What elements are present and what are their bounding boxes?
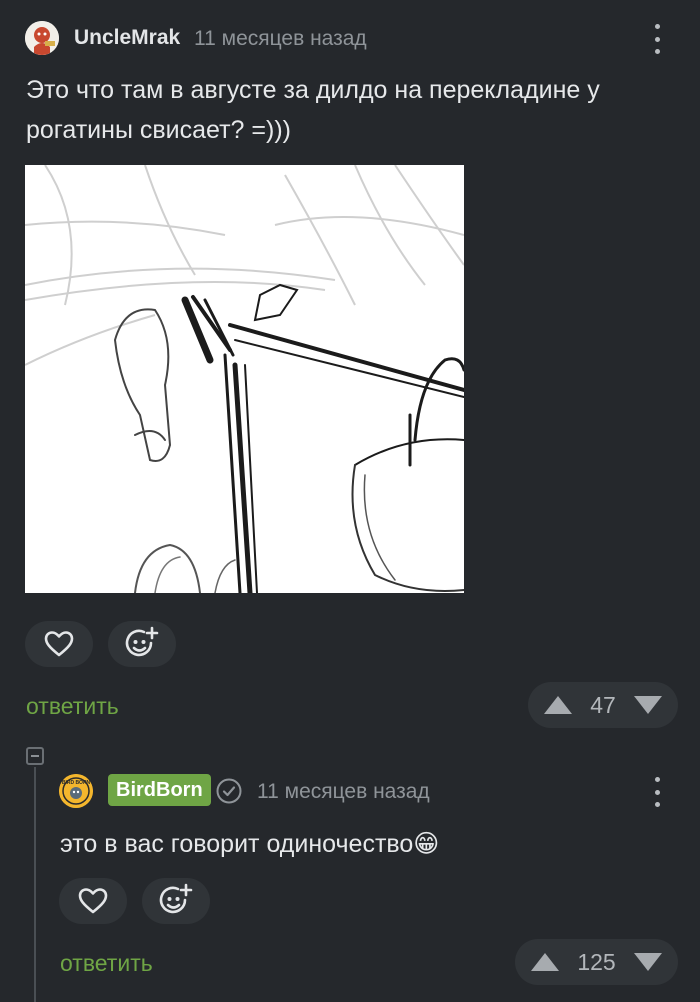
avatar-image	[25, 21, 59, 55]
user-avatar[interactable]	[25, 21, 59, 55]
reply-button[interactable]: ответить	[60, 950, 153, 977]
like-button[interactable]	[59, 878, 127, 924]
arrow-down-icon[interactable]	[634, 696, 662, 714]
arrow-up-icon[interactable]	[531, 953, 559, 971]
like-button[interactable]	[25, 621, 93, 667]
add-reaction-icon	[159, 883, 193, 914]
rating-control: 47	[528, 682, 678, 728]
avatar-image: BIRD BORN	[59, 774, 93, 808]
add-reaction-button[interactable]	[108, 621, 176, 667]
add-reaction-button[interactable]	[142, 878, 210, 924]
more-vertical-icon[interactable]	[651, 777, 663, 807]
rating-count: 47	[590, 691, 616, 718]
avatar-logo-text: BIRD BORN	[62, 780, 91, 786]
username-badge[interactable]: BirdBorn	[108, 774, 211, 806]
add-reaction-icon	[125, 626, 159, 657]
collapse-thread-icon[interactable]	[26, 747, 44, 765]
comment-timestamp[interactable]: 11 месяцев назад	[194, 27, 367, 51]
arrow-up-icon[interactable]	[544, 696, 572, 714]
verified-check-icon	[216, 778, 242, 809]
comment-text: Это что там в августе за дилдо на перекл…	[26, 76, 600, 144]
comment-text: это в вас говорит одиночество😁	[60, 824, 660, 864]
arrow-down-icon[interactable]	[634, 953, 662, 971]
thread-line[interactable]	[34, 767, 36, 1002]
heart-icon	[78, 888, 108, 914]
user-avatar[interactable]: BIRD BORN	[59, 774, 93, 808]
rating-count: 125	[577, 948, 616, 975]
comment-timestamp[interactable]: 11 месяцев назад	[257, 780, 430, 804]
username[interactable]: UncleMrak	[74, 26, 180, 50]
sketch-drawing	[25, 165, 464, 593]
more-vertical-icon[interactable]	[651, 24, 663, 54]
comment-text-content: это в вас говорит одиночество	[60, 830, 414, 858]
grin-emoji: 😁	[413, 830, 440, 858]
comment-image[interactable]	[25, 165, 464, 593]
rating-control: 125	[515, 939, 678, 985]
reply-button[interactable]: ответить	[26, 693, 119, 720]
heart-icon	[44, 631, 74, 657]
